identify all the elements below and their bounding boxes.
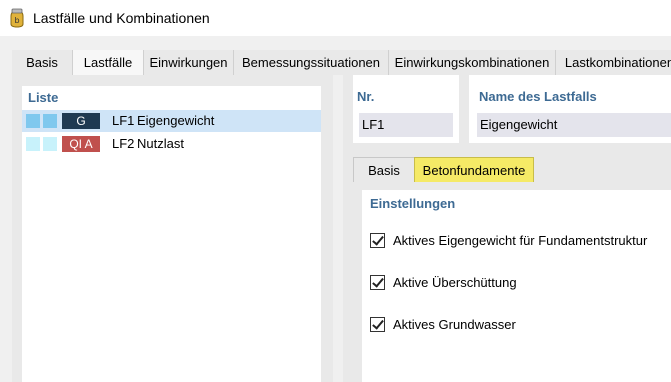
tab-basis[interactable]: Basis bbox=[12, 50, 73, 75]
tab-lastfaelle[interactable]: Lastfälle bbox=[73, 50, 144, 76]
app-icon: b bbox=[10, 8, 24, 28]
title-bar: b Lastfälle und Kombinationen bbox=[0, 0, 671, 36]
load-case-name: Nutzlast bbox=[137, 136, 184, 151]
color-square bbox=[43, 137, 57, 151]
settings-title: Einstellungen bbox=[370, 196, 456, 211]
load-case-list: Liste G LF1 Eigengewicht QI A LF2 Nutzla… bbox=[22, 86, 321, 382]
window-title: Lastfälle und Kombinationen bbox=[33, 10, 210, 26]
name-field-group: Name des Lastfalls Eigengewicht bbox=[469, 75, 671, 143]
load-case-id: LF2 bbox=[112, 136, 135, 151]
subtab-betonfundamente[interactable]: Betonfundamente bbox=[414, 157, 534, 182]
nr-field-group: Nr. LF1 bbox=[353, 75, 459, 143]
color-square bbox=[26, 137, 40, 151]
tab-lastkombinationen[interactable]: Lastkombinationen bbox=[556, 50, 671, 75]
subtab-basis[interactable]: Basis bbox=[353, 157, 415, 182]
name-field[interactable]: Eigengewicht bbox=[477, 113, 671, 137]
load-case-id: LF1 bbox=[112, 113, 135, 128]
option-label: Aktives Grundwasser bbox=[393, 316, 516, 332]
checkbox-checked-icon[interactable] bbox=[370, 232, 385, 248]
load-case-type-tag: G bbox=[62, 113, 100, 129]
sub-tab-bar: Basis Betonfundamente bbox=[353, 157, 671, 182]
name-label: Name des Lastfalls bbox=[479, 89, 597, 104]
color-square bbox=[26, 114, 40, 128]
checkbox-checked-icon[interactable] bbox=[370, 274, 385, 290]
load-case-type-tag: QI A bbox=[62, 136, 100, 152]
main-tab-bar: Basis Lastfälle Einwirkungen Bemessungss… bbox=[12, 50, 671, 76]
tab-einwirkungskombinationen[interactable]: Einwirkungskombinationen bbox=[389, 50, 556, 75]
option-label: Aktives Eigengewicht für Fundamentstrukt… bbox=[393, 232, 648, 248]
svg-text:b: b bbox=[14, 16, 19, 25]
checkbox-checked-icon[interactable] bbox=[370, 316, 385, 332]
option-self-weight[interactable]: Aktives Eigengewicht für Fundamentstrukt… bbox=[370, 231, 647, 249]
list-item-lf1[interactable]: G LF1 Eigengewicht bbox=[22, 110, 321, 132]
color-square bbox=[43, 114, 57, 128]
nr-field[interactable]: LF1 bbox=[359, 113, 453, 137]
option-groundwater[interactable]: Aktives Grundwasser bbox=[370, 315, 516, 333]
list-header: Liste bbox=[28, 90, 59, 105]
settings-panel: Einstellungen Aktives Eigengewicht für F… bbox=[362, 190, 671, 382]
tab-einwirkungen[interactable]: Einwirkungen bbox=[144, 50, 234, 75]
option-overfill[interactable]: Aktive Überschüttung bbox=[370, 273, 517, 291]
nr-label: Nr. bbox=[357, 89, 375, 104]
list-item-lf2[interactable]: QI A LF2 Nutzlast bbox=[22, 133, 321, 155]
tab-bemessungssituationen[interactable]: Bemessungssituationen bbox=[234, 50, 389, 75]
option-label: Aktive Überschüttung bbox=[393, 274, 517, 290]
load-case-name: Eigengewicht bbox=[137, 113, 215, 128]
